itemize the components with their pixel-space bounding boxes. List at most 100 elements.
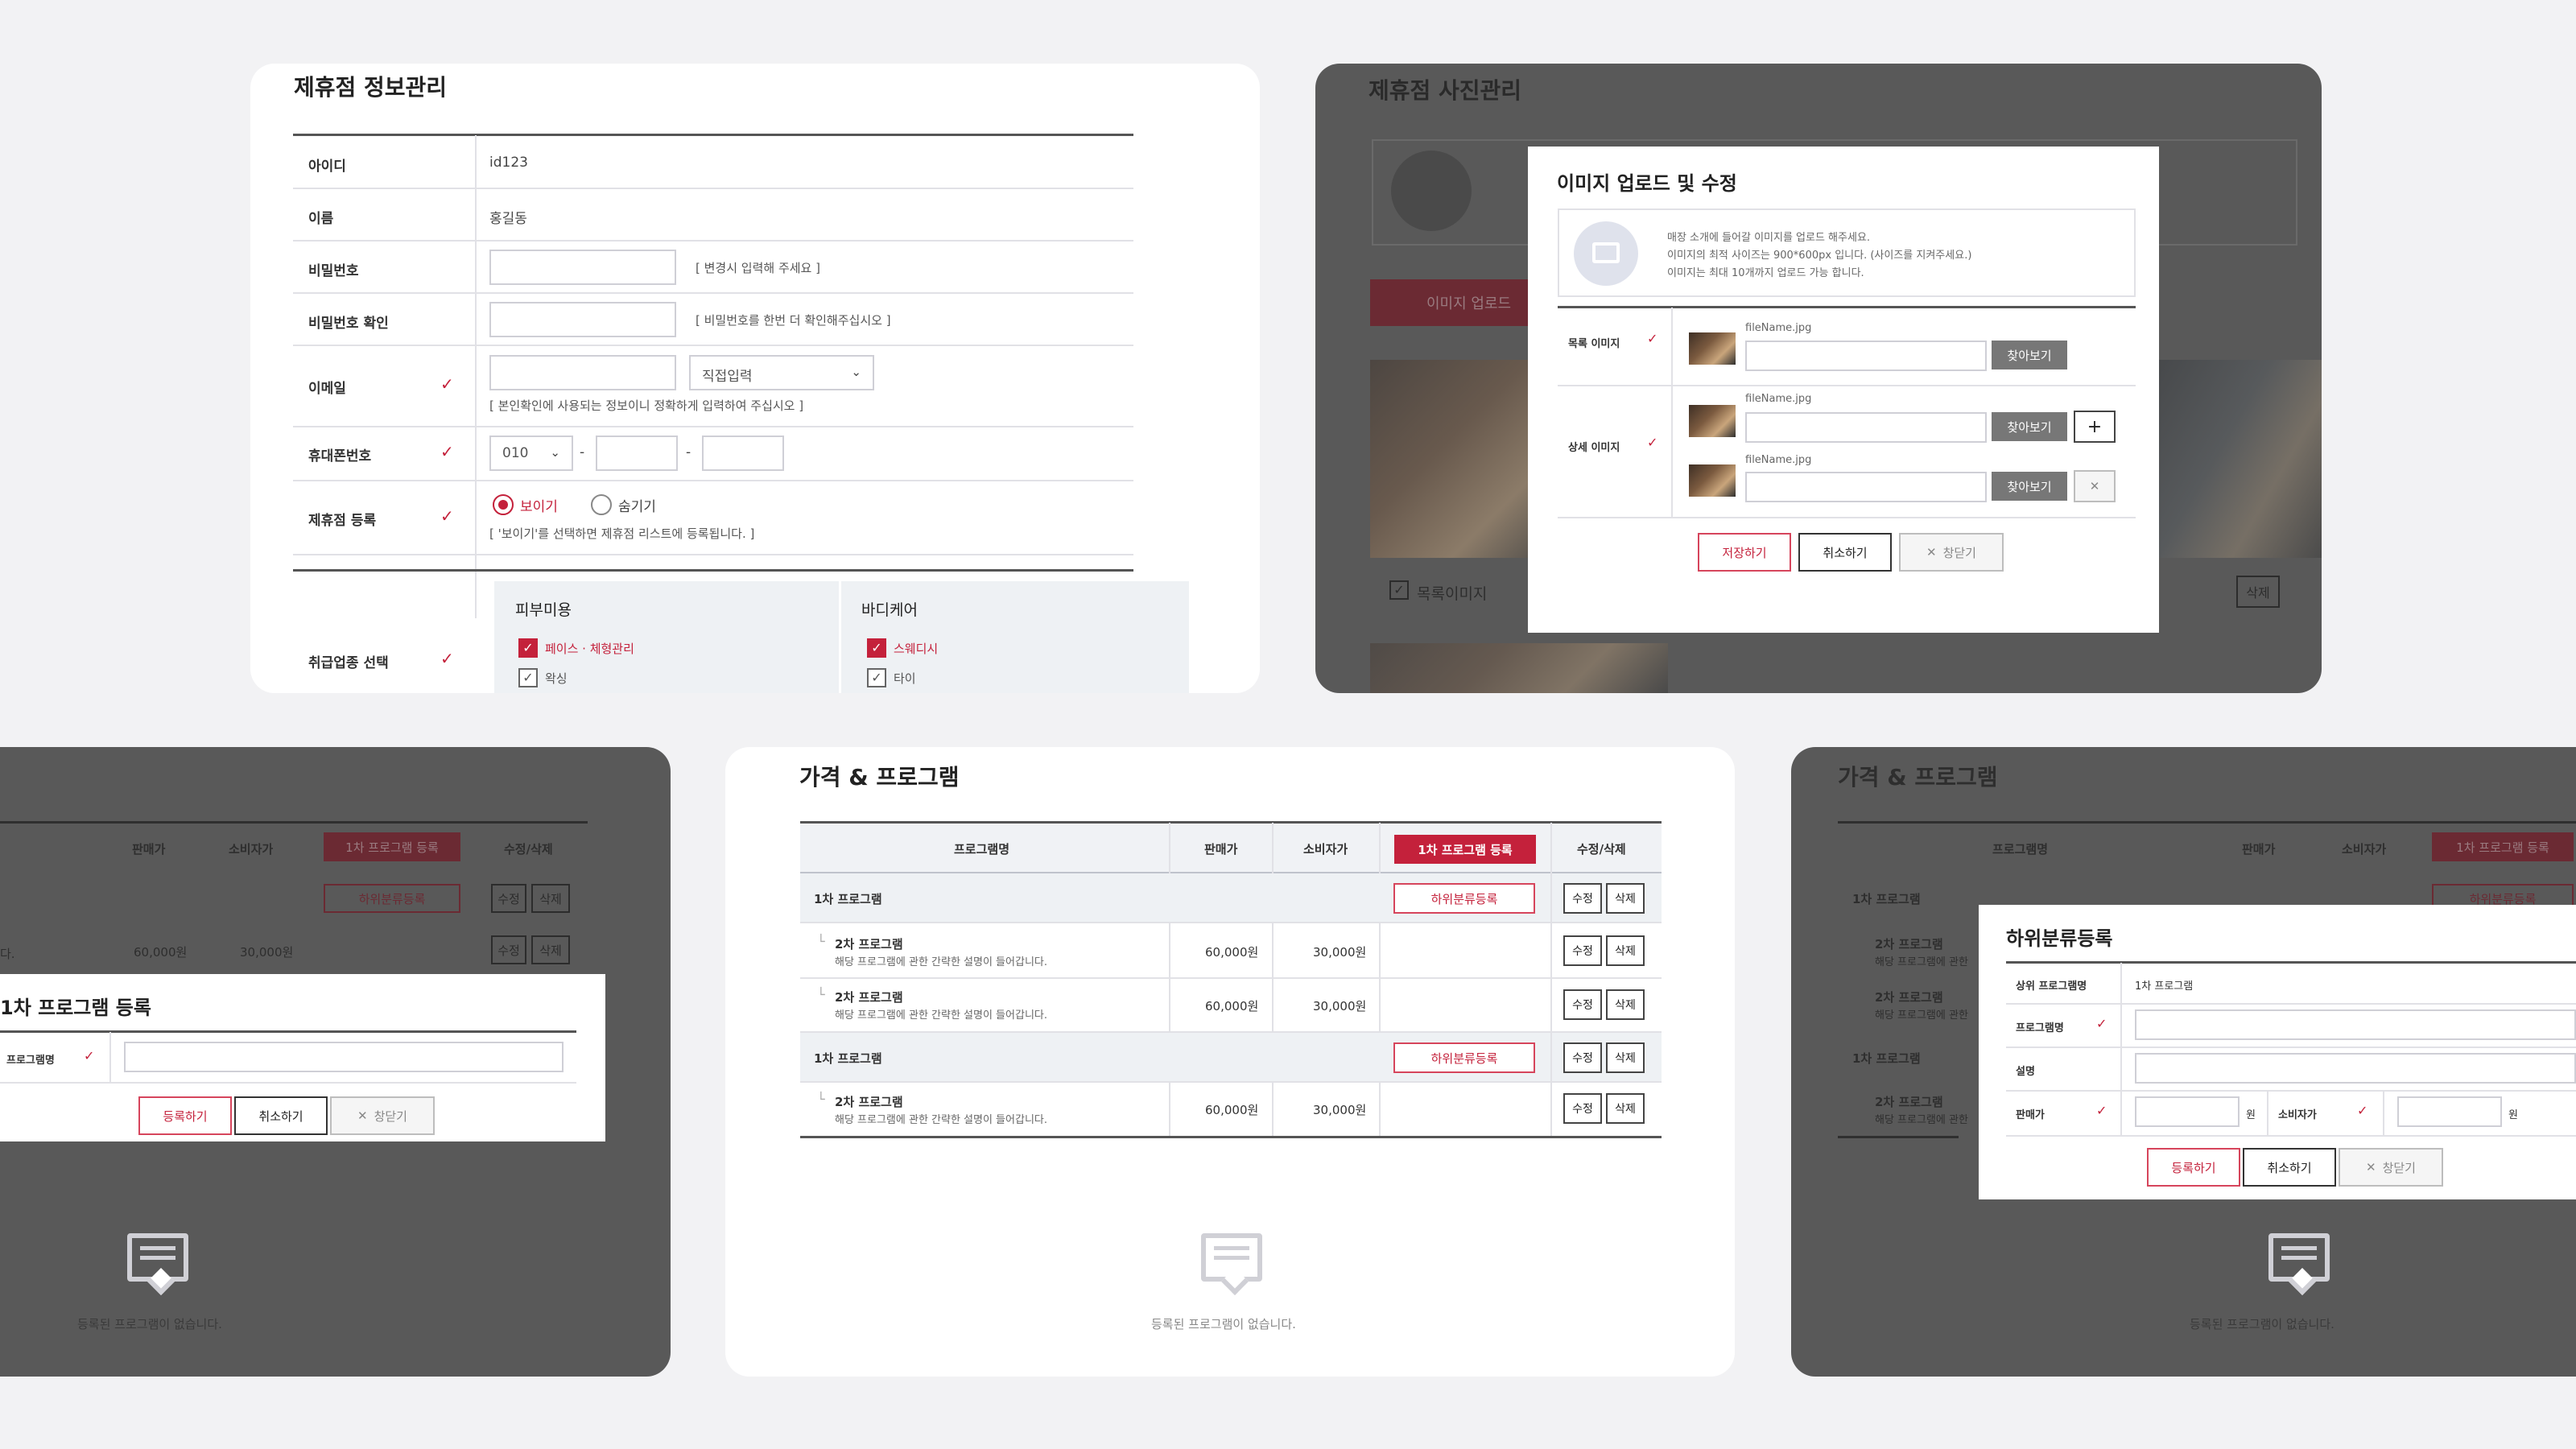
phone-last-input[interactable] xyxy=(702,436,784,471)
program-name-input[interactable] xyxy=(124,1042,564,1072)
description-input[interactable] xyxy=(2135,1053,2576,1084)
program-name-label: 프로그램명 xyxy=(2016,1022,2064,1034)
name-label: 이름 xyxy=(308,211,334,227)
price-value: 60,000원 xyxy=(1205,999,1259,1013)
bg-list-checkbox: ✓ xyxy=(1389,580,1409,600)
bg-upload-label: 이미지 업로드 xyxy=(1426,295,1512,312)
dash: - xyxy=(580,444,585,460)
bg-header-button: 1차 프로그램 등록 xyxy=(324,832,460,861)
required-check-icon: ✓ xyxy=(440,374,454,394)
sub-register-label: 하위분류등록 xyxy=(1430,891,1498,906)
bg-header: 소비자가 xyxy=(229,842,274,857)
table-top-border xyxy=(0,1030,576,1033)
cancel-button[interactable]: 취소하기 xyxy=(234,1096,328,1135)
delete-button[interactable]: 삭제 xyxy=(1606,883,1645,914)
edit-button[interactable]: 수정 xyxy=(1563,935,1602,966)
edit-label: 수정 xyxy=(1572,1103,1593,1116)
phone-middle-input[interactable] xyxy=(596,436,678,471)
cancel-label: 취소하기 xyxy=(1823,545,1868,560)
sub-register-button[interactable]: 하위분류등록 xyxy=(1393,1042,1535,1073)
dash: - xyxy=(686,444,691,460)
delete-button[interactable]: 삭제 xyxy=(1606,1093,1645,1124)
row-divider xyxy=(293,188,1133,189)
bg-edit-label: 수정 xyxy=(497,943,520,958)
register-first-program-button[interactable]: 1차 프로그램 등록 xyxy=(1394,835,1536,864)
parent-program-value: 1차 프로그램 xyxy=(2135,980,2194,993)
bg-row: 해당 프로그램에 관한 xyxy=(1875,1114,1968,1126)
bg-header: 판매가 xyxy=(132,842,166,857)
edit-button[interactable]: 수정 xyxy=(1563,989,1602,1020)
consumer-price-input[interactable] xyxy=(2397,1096,2502,1127)
file-input[interactable] xyxy=(1745,412,1987,443)
price-input[interactable] xyxy=(2135,1096,2240,1127)
file-input[interactable] xyxy=(1745,341,1987,371)
bg-delete-label: 삭제 xyxy=(2246,585,2270,601)
second-program-desc: 해당 프로그램에 관한 간략한 설명이 들어갑니다. xyxy=(835,1009,1047,1022)
bg-table-border xyxy=(0,821,588,824)
checkbox-thai[interactable]: ✓ xyxy=(867,668,886,687)
empty-message-icon xyxy=(1201,1233,1262,1282)
checkbox-swedish-label: 스웨디시 xyxy=(894,642,939,656)
password-input[interactable] xyxy=(489,250,676,285)
won-unit: 원 xyxy=(2508,1109,2518,1121)
file-name: fileName.jpg xyxy=(1745,322,1812,334)
email-input[interactable] xyxy=(489,355,676,390)
radio-show[interactable] xyxy=(493,494,514,515)
close-label: 창닫기 xyxy=(374,1108,407,1124)
close-button[interactable]: ✕ 창닫기 xyxy=(2339,1148,2443,1187)
email-hint: [ 본인확인에 사용되는 정보이니 정확하게 입력하여 주십시오 ] xyxy=(489,398,804,413)
phone-label: 휴대폰번호 xyxy=(308,448,372,464)
tree-branch-icon: └ xyxy=(817,1092,825,1107)
email-select-value: 직접입력 xyxy=(702,369,753,385)
bg-del: 삭제 xyxy=(531,884,570,913)
bg-row: 2차 프로그램 xyxy=(1875,937,1943,952)
modal-title: 하위분류등록 xyxy=(2006,927,2113,950)
page-title: 제휴점 정보관리 xyxy=(294,74,448,101)
row-divider xyxy=(800,1081,1662,1083)
sub-register-button[interactable]: 하위분류등록 xyxy=(1393,883,1535,914)
phone-prefix-select[interactable]: 010 ⌄ xyxy=(489,436,573,471)
delete-button[interactable]: 삭제 xyxy=(1606,935,1645,966)
program-name-input[interactable] xyxy=(2135,1009,2576,1040)
email-domain-select[interactable]: 직접입력 ⌄ xyxy=(689,355,874,390)
required-check-icon: ✓ xyxy=(2357,1103,2368,1118)
partner-register-label: 제휴점 등록 xyxy=(308,513,377,529)
edit-button[interactable]: 수정 xyxy=(1563,883,1602,914)
cancel-button[interactable]: 취소하기 xyxy=(1798,533,1892,572)
partner-photo-panel: 제휴점 사진관리 이미지 업로드 ✓ 목록이미지 삭제 이미지 업로드 및 수정… xyxy=(1315,64,2322,693)
radio-hide[interactable] xyxy=(591,494,612,515)
browse-button[interactable]: 찾아보기 xyxy=(1992,341,2067,369)
password-confirm-input[interactable] xyxy=(489,302,676,337)
category-label: 취급업종 선택 xyxy=(308,655,389,671)
close-button[interactable]: ✕ 창닫기 xyxy=(1899,533,2004,572)
register-button[interactable]: 등록하기 xyxy=(2147,1148,2240,1187)
close-button[interactable]: ✕ 창닫기 xyxy=(330,1096,435,1135)
add-image-button[interactable]: + xyxy=(2074,411,2116,443)
edit-label: 수정 xyxy=(1572,1052,1593,1065)
save-button[interactable]: 저장하기 xyxy=(1698,533,1791,572)
col-header-consumer-price: 소비자가 xyxy=(1303,842,1348,857)
edit-button[interactable]: 수정 xyxy=(1563,1042,1602,1073)
col-divider xyxy=(1169,1083,1170,1136)
browse-button[interactable]: 찾아보기 xyxy=(1992,472,2067,501)
checkbox-face[interactable]: ✓ xyxy=(518,638,538,658)
delete-button[interactable]: 삭제 xyxy=(1606,1042,1645,1073)
password-hint: [ 변경시 입력해 주세요 ] xyxy=(696,261,820,275)
category-body: 바디케어 xyxy=(861,601,918,619)
second-program-desc: 해당 프로그램에 관한 간략한 설명이 들어갑니다. xyxy=(835,1114,1047,1126)
table-top-border xyxy=(2006,961,2576,964)
checkbox-swedish[interactable]: ✓ xyxy=(867,638,886,658)
file-input[interactable] xyxy=(1745,472,1987,502)
edit-button[interactable]: 수정 xyxy=(1563,1093,1602,1124)
register-button[interactable]: 등록하기 xyxy=(138,1096,232,1135)
browse-label: 찾아보기 xyxy=(2007,348,2052,363)
description-label: 설명 xyxy=(2016,1066,2035,1078)
bg-delete-button: 삭제 xyxy=(2236,576,2280,608)
browse-button[interactable]: 찾아보기 xyxy=(1992,412,2067,441)
name-value: 홍길동 xyxy=(489,211,527,227)
delete-button[interactable]: 삭제 xyxy=(1606,989,1645,1020)
remove-image-button[interactable]: ✕ xyxy=(2074,470,2116,502)
checkbox-waxing[interactable]: ✓ xyxy=(518,668,538,687)
delete-label: 삭제 xyxy=(1615,1052,1636,1065)
cancel-button[interactable]: 취소하기 xyxy=(2243,1148,2336,1187)
